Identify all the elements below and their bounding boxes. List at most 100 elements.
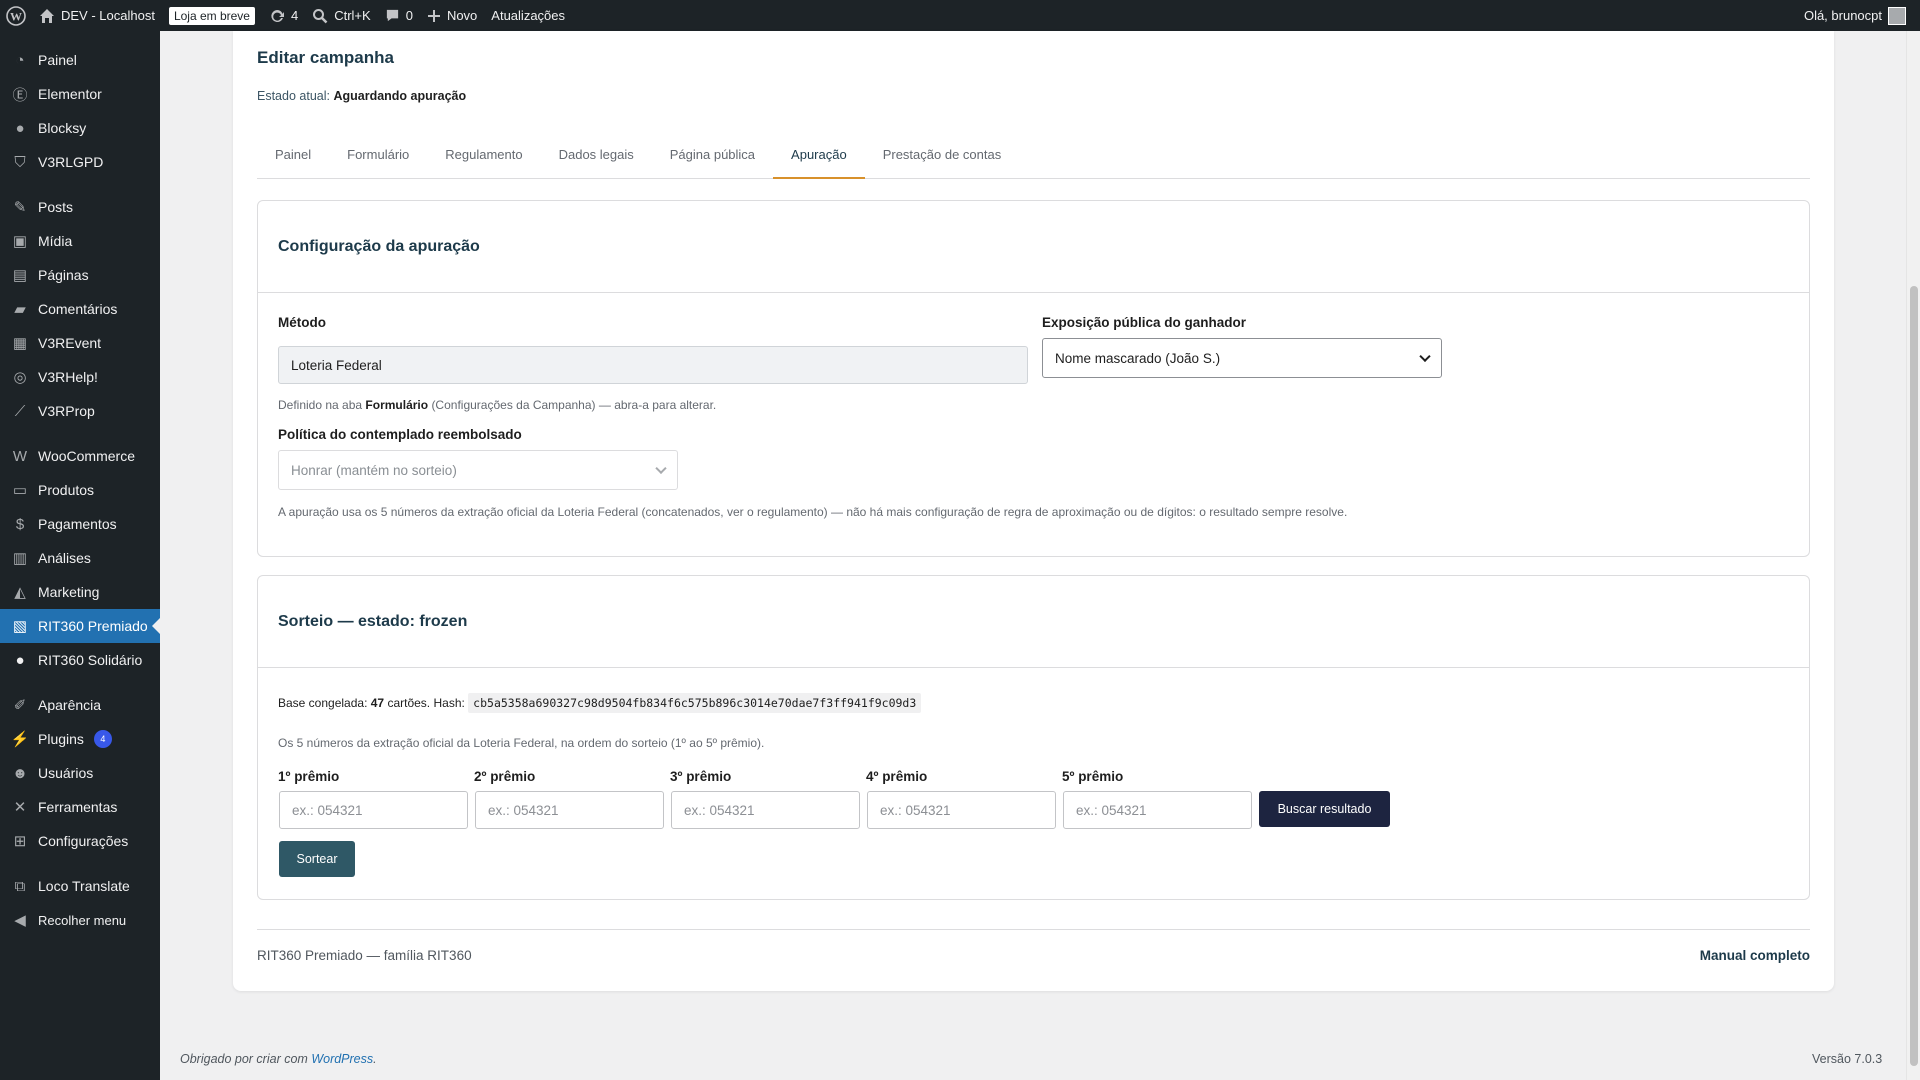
state-value: Aguardando apuração: [333, 89, 467, 103]
sidebar-item-analises[interactable]: ▥ Análises: [0, 541, 160, 575]
updates-text-link[interactable]: Atualizações: [484, 0, 572, 31]
home-icon: [40, 8, 54, 23]
sidebar-item-plugins[interactable]: ⚡ Plugins 4: [0, 722, 160, 756]
sidebar-item-label: Aparência: [38, 697, 102, 713]
admin-bar: W DEV - Localhost Loja em breve 4 Ctrl+K…: [0, 0, 1920, 31]
tab-formulario[interactable]: Formulário: [329, 142, 427, 179]
plugins-update-count: 4: [93, 730, 112, 748]
sidebar-item-produtos[interactable]: ▭ Produtos: [0, 473, 160, 507]
sidebar-item-ferramentas[interactable]: ✕ Ferramentas: [0, 790, 160, 824]
refresh-icon: [271, 9, 284, 22]
sidebar-item-midia[interactable]: ▣ Mídia: [0, 224, 160, 258]
sidebar-item-woocommerce[interactable]: W WooCommerce: [0, 439, 160, 473]
site-name: DEV - Localhost: [61, 8, 155, 23]
method-hint-tab-link[interactable]: Formulário: [365, 398, 428, 412]
elementor-icon: Ⓔ: [12, 86, 28, 104]
sidebar-item-painel[interactable]: ◔ Painel: [0, 43, 160, 77]
brush-icon: ✐: [13, 697, 27, 714]
sidebar-item-loco-translate[interactable]: ⧉ Loco Translate: [0, 869, 160, 903]
sidebar-item-usuarios[interactable]: ☻ Usuários: [0, 756, 160, 790]
collapse-menu-button[interactable]: ◀ Recolher menu: [0, 903, 160, 937]
sidebar-item-paginas[interactable]: ▤ Páginas: [0, 258, 160, 292]
numbers-hint: Os 5 números da extração oficial da Lote…: [278, 736, 765, 750]
command-search[interactable]: Ctrl+K: [305, 0, 377, 31]
tab-prestacao-de-contas[interactable]: Prestação de contas: [865, 142, 1020, 179]
blocksy-icon: ●: [15, 119, 25, 137]
sidebar-item-comentarios[interactable]: ▰ Comentários: [0, 292, 160, 326]
tab-pagina-publica[interactable]: Página pública: [652, 142, 773, 179]
sidebar-item-label: Blocksy: [38, 120, 87, 136]
chevron-down-icon: [1419, 350, 1431, 363]
prize-1-input[interactable]: [279, 791, 468, 829]
search-icon: [313, 8, 328, 23]
new-label: Novo: [446, 8, 478, 23]
tab-painel[interactable]: Painel: [257, 142, 329, 179]
sidebar-item-label: Loco Translate: [38, 878, 130, 894]
sidebar-item-marketing[interactable]: ◭ Marketing: [0, 575, 160, 609]
method-hint-suffix: (Configurações da Campanha) — abra-a par…: [431, 398, 717, 412]
new-content-link[interactable]: Novo: [420, 0, 484, 31]
sidebar-item-posts[interactable]: ✎ Posts: [0, 190, 160, 224]
scrollbar-thumb[interactable]: [1910, 286, 1918, 1066]
sidebar-item-blocksy[interactable]: ● Blocksy: [0, 111, 160, 145]
sidebar-item-v3rlgpd[interactable]: ⛉ V3RLGPD: [0, 145, 160, 179]
draw-button[interactable]: Sortear: [279, 841, 355, 877]
campaign-tabs: Painel Formulário Regulamento Dados lega…: [257, 142, 1810, 179]
search-result-button[interactable]: Buscar resultado: [1259, 791, 1390, 827]
prize-2-input[interactable]: [475, 791, 664, 829]
sidebar-item-label: Ferramentas: [38, 799, 118, 815]
comments-link[interactable]: 0: [378, 0, 420, 31]
sidebar-item-v3rhelp[interactable]: ◎ V3RHelp!: [0, 360, 160, 394]
updates-count: 4: [290, 8, 299, 23]
refund-policy-select[interactable]: Honrar (mantém no sorteio): [278, 450, 678, 490]
chart-line-icon: ⟋: [14, 402, 26, 420]
sidebar-item-label: Painel: [38, 52, 77, 68]
wrench-icon: ✕: [13, 799, 27, 816]
tab-dados-legais[interactable]: Dados legais: [541, 142, 652, 179]
sidebar-item-rit360-premiado[interactable]: ▧ RIT360 Premiado: [0, 609, 160, 643]
sidebar-item-label: Plugins: [38, 731, 84, 747]
sidebar-item-label: Configurações: [38, 833, 129, 849]
wordpress-link[interactable]: WordPress: [311, 1052, 373, 1066]
sidebar-item-label: Posts: [38, 199, 74, 215]
sidebar-item-label: Produtos: [38, 482, 95, 498]
apuracao-note: A apuração usa os 5 números da extração …: [278, 505, 1348, 519]
tab-apuracao[interactable]: Apuração: [773, 142, 865, 179]
woocommerce-icon: W: [12, 447, 28, 465]
tab-regulamento[interactable]: Regulamento: [427, 142, 540, 179]
site-name-link[interactable]: DEV - Localhost: [32, 0, 162, 31]
updates-label: Atualizações: [491, 8, 566, 23]
thanks-suffix: .: [373, 1052, 377, 1066]
coming-soon-item[interactable]: Loja em breve: [162, 0, 262, 31]
sidebar-item-elementor[interactable]: Ⓔ Elementor: [0, 77, 160, 111]
account-menu[interactable]: Olá, brunocpt: [1797, 0, 1920, 31]
sidebar-item-v3revent[interactable]: ▦ V3REvent: [0, 326, 160, 360]
exposure-select[interactable]: Nome mascarado (João S.): [1042, 338, 1442, 378]
sidebar-item-aparencia[interactable]: ✐ Aparência: [0, 688, 160, 722]
prize-4-input[interactable]: [867, 791, 1056, 829]
sidebar-item-label: Recolher menu: [38, 912, 127, 928]
collapse-icon: ◀: [14, 912, 26, 929]
thanks-prefix: Obrigado por criar com: [180, 1052, 308, 1066]
wordpress-logo-icon[interactable]: W: [0, 0, 32, 31]
page-scrollbar[interactable]: [1906, 31, 1920, 1080]
method-hint-prefix: Definido na aba: [278, 398, 363, 412]
admin-sidebar: ◔ Painel Ⓔ Elementor ● Blocksy ⛉ V3RLGPD ✎ Po…: [0, 31, 160, 1080]
manual-link[interactable]: Manual completo: [1700, 948, 1810, 963]
card-footer-divider: [257, 929, 1810, 930]
sidebar-item-v3rprop[interactable]: ⟋ V3RProp: [0, 394, 160, 428]
plugin-icon: ⚡: [10, 731, 30, 748]
sidebar-item-rit360-solidario[interactable]: ● RIT360 Solidário: [0, 643, 160, 677]
plugin-family-text: RIT360 Premiado — família RIT360: [257, 948, 472, 963]
prize-5-input[interactable]: [1063, 791, 1252, 829]
updates-link[interactable]: 4: [262, 0, 305, 31]
comments-count: 0: [405, 8, 413, 23]
sidebar-item-pagamentos[interactable]: $ Pagamentos: [0, 507, 160, 541]
sidebar-item-configuracoes[interactable]: ⊞ Configurações: [0, 824, 160, 858]
config-panel-title: Configuração da apuração: [258, 201, 1809, 293]
sidebar-item-label: Pagamentos: [38, 516, 117, 532]
prize-3-input[interactable]: [671, 791, 860, 829]
sidebar-item-label: Comentários: [38, 301, 118, 317]
tickets-icon: ▧: [12, 618, 28, 635]
exposure-value: Nome mascarado (João S.): [1055, 350, 1221, 366]
